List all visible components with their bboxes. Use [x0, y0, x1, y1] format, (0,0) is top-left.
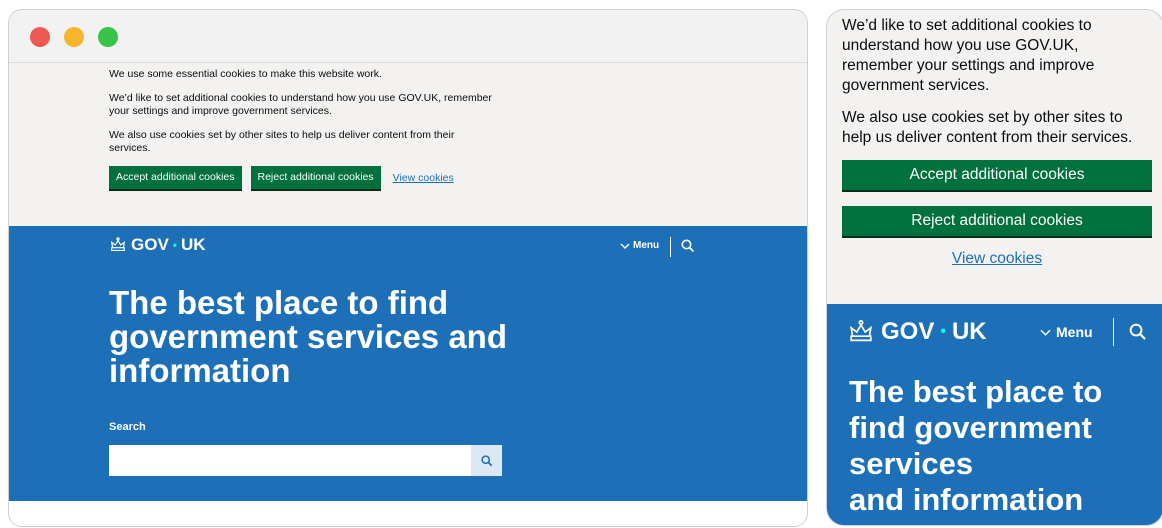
reject-cookies-button[interactable]: Reject additional cookies	[842, 206, 1152, 238]
logo-text-uk: UK	[951, 318, 987, 345]
accept-cookies-button[interactable]: Accept additional cookies	[842, 160, 1152, 192]
logo-dot: •	[940, 323, 946, 340]
page-title: The best place to find government servic…	[109, 284, 507, 389]
cookie-third-party-text: We also use cookies set by other sites t…	[109, 129, 455, 154]
maximize-window-button[interactable]	[98, 27, 118, 47]
cookie-third-party-text: We also use cookies set by other sites t…	[842, 109, 1133, 146]
logo-text-gov: GOV	[131, 235, 169, 254]
title-line-4: and information	[849, 482, 1084, 517]
page-title: The best place to find government servic…	[849, 374, 1149, 518]
crown-icon	[110, 237, 126, 251]
search-input[interactable]	[109, 445, 471, 476]
govuk-logo-link[interactable]: GOV • UK	[847, 318, 987, 346]
window-titlebar	[9, 10, 807, 63]
hero-section-mobile: GOV • UK Menu The best place to find gover…	[827, 304, 1162, 525]
search-label: Search	[109, 421, 146, 433]
minimize-window-button[interactable]	[64, 27, 84, 47]
logo-dot: •	[172, 238, 177, 252]
menu-label: Menu	[633, 240, 660, 251]
cookie-actions: Accept additional cookies Reject additio…	[109, 166, 807, 191]
search-icon[interactable]	[1129, 323, 1147, 341]
crown-icon	[850, 319, 872, 342]
close-window-button[interactable]	[30, 27, 50, 47]
cookie-banner-mobile: We’d like to set additional cookies to u…	[827, 10, 1162, 269]
search-icon	[480, 454, 492, 466]
view-cookies-link[interactable]: View cookies	[393, 172, 454, 185]
cookie-essential-text: We use some essential cookies to make th…	[109, 68, 382, 80]
chevron-down-icon	[620, 243, 630, 249]
title-line-1: The best place to	[849, 374, 1103, 409]
hero-section: GOV • UK Menu The best place to find gover…	[9, 226, 807, 501]
chevron-down-icon	[1040, 329, 1051, 336]
mobile-browser-window: We’d like to set additional cookies to u…	[826, 9, 1162, 526]
header-divider	[670, 237, 671, 257]
govuk-logo-link[interactable]: GOV • UK	[109, 235, 206, 255]
menu-button[interactable]: Menu	[1039, 324, 1093, 340]
reject-cookies-button[interactable]: Reject additional cookies	[250, 166, 381, 191]
logo-text-gov: GOV	[881, 318, 935, 345]
cookie-additional-text: We’d like to set additional cookies to u…	[109, 92, 492, 117]
cookie-banner: We use some essential cookies to make th…	[9, 63, 807, 226]
header-divider	[1113, 318, 1114, 346]
logo-text-uk: UK	[181, 235, 206, 254]
menu-button[interactable]: Menu	[620, 240, 659, 251]
title-line-3: services	[849, 446, 974, 481]
accept-cookies-button[interactable]: Accept additional cookies	[109, 166, 242, 191]
screenshot-stage: We use some essential cookies to make th…	[0, 0, 1162, 528]
menu-label: Menu	[1056, 324, 1093, 340]
desktop-browser-window: We use some essential cookies to make th…	[8, 9, 808, 527]
title-line-2: find government	[849, 410, 1092, 445]
search-icon[interactable]	[681, 239, 695, 253]
view-cookies-link[interactable]: View cookies	[842, 249, 1152, 269]
cookie-additional-text: We’d like to set additional cookies to u…	[842, 17, 1095, 94]
search-button[interactable]	[471, 445, 502, 476]
